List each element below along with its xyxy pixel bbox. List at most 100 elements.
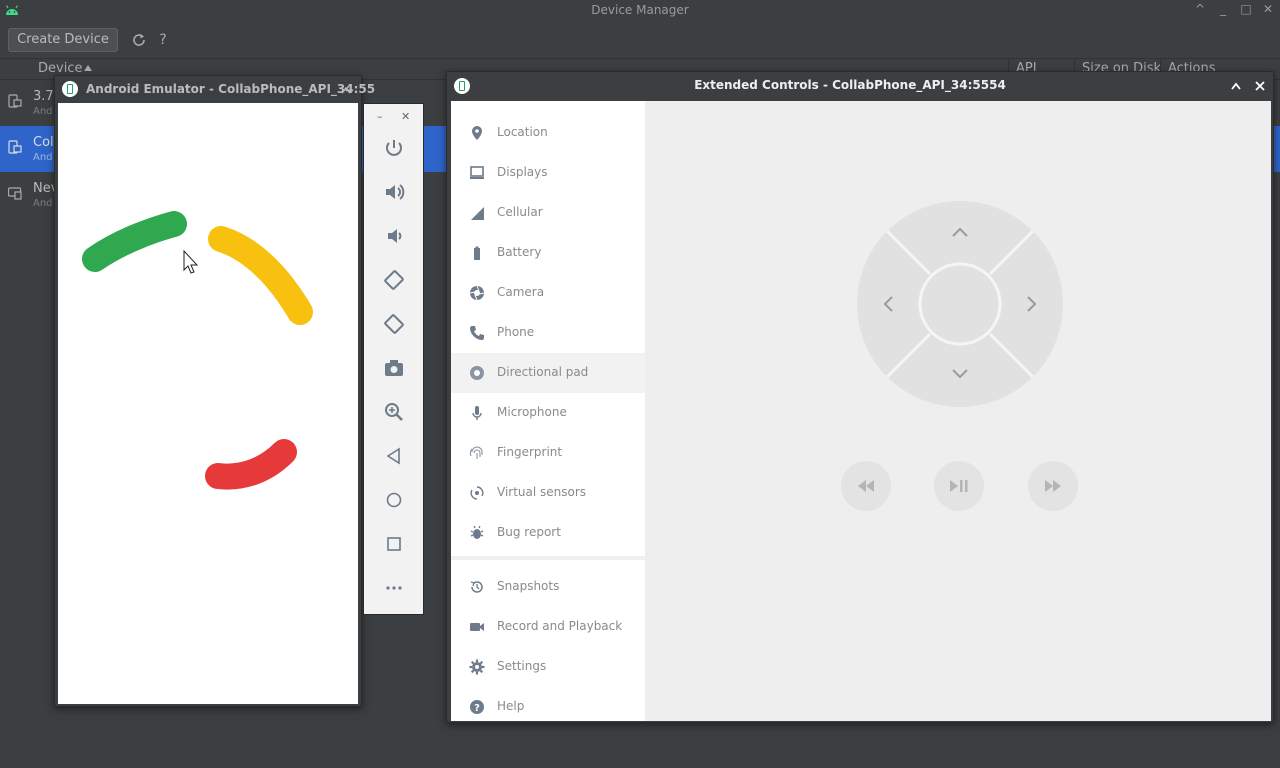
nav-label: Snapshots bbox=[497, 579, 560, 593]
help-icon[interactable]: ? bbox=[155, 32, 171, 48]
nav-label: Displays bbox=[497, 165, 548, 179]
device-subtitle: And bbox=[33, 152, 53, 163]
nav-item-help[interactable]: ? Help bbox=[451, 687, 645, 727]
nav-label: Battery bbox=[497, 245, 542, 259]
svg-text:?: ? bbox=[474, 703, 480, 714]
volume-down-icon[interactable] bbox=[382, 224, 406, 248]
chevron-up-icon[interactable] bbox=[341, 86, 351, 94]
monitor-icon bbox=[470, 166, 484, 179]
fingerprint-icon bbox=[469, 446, 483, 459]
nav-divider bbox=[451, 556, 645, 560]
nav-label: Directional pad bbox=[497, 365, 589, 379]
gear-icon bbox=[469, 659, 485, 675]
extended-controls-nav: Location Displays Cellular Battery Camer… bbox=[451, 101, 645, 721]
video-icon bbox=[470, 623, 484, 631]
nav-item-bug-report[interactable]: Bug report bbox=[451, 513, 645, 553]
emulator-titlebar[interactable]: Android Emulator - CollabPhone_API_34:55 bbox=[55, 76, 375, 102]
volume-up-icon[interactable] bbox=[382, 180, 406, 204]
play-pause-button[interactable] bbox=[934, 461, 984, 511]
extended-controls-title: Extended Controls - CollabPhone_API_34:5… bbox=[694, 78, 1006, 92]
nav-item-virtual-sensors[interactable]: Virtual sensors bbox=[451, 473, 645, 513]
nav-item-cellular[interactable]: Cellular bbox=[451, 193, 645, 233]
nav-item-microphone[interactable]: Microphone bbox=[451, 393, 645, 433]
nav-label: Fingerprint bbox=[497, 445, 563, 459]
nav-label: Microphone bbox=[497, 405, 567, 419]
emulator-screen[interactable] bbox=[58, 103, 358, 704]
close-icon[interactable]: ✕ bbox=[1258, 2, 1278, 16]
nav-item-snapshots[interactable]: Snapshots bbox=[451, 567, 645, 607]
more-icon[interactable] bbox=[382, 576, 406, 600]
boot-animation bbox=[82, 211, 313, 490]
nav-item-battery[interactable]: Battery bbox=[451, 233, 645, 273]
extended-controls-window: Extended Controls - CollabPhone_API_34:5… bbox=[446, 71, 1274, 723]
nav-item-directional-pad[interactable]: Directional pad bbox=[451, 353, 645, 393]
device-manager-titlebar: Device Manager ^ _ □ ✕ bbox=[0, 0, 1280, 22]
fast-forward-button[interactable] bbox=[1028, 461, 1078, 511]
nav-item-phone[interactable]: Phone bbox=[451, 313, 645, 353]
phone-device-icon bbox=[8, 94, 22, 108]
location-pin-icon bbox=[472, 126, 482, 140]
device-subtitle: And bbox=[33, 106, 53, 117]
home-icon[interactable] bbox=[382, 488, 406, 512]
sort-ascending-icon bbox=[84, 65, 92, 71]
device-subtitle: And bbox=[33, 198, 53, 209]
nav-item-fingerprint[interactable]: Fingerprint bbox=[451, 433, 645, 473]
nav-label: Camera bbox=[497, 285, 545, 299]
chevron-up-icon[interactable] bbox=[1231, 82, 1241, 90]
rotate-left-icon[interactable] bbox=[382, 268, 406, 292]
tablet-device-icon bbox=[8, 187, 22, 200]
nav-label: Settings bbox=[497, 659, 547, 673]
nav-item-displays[interactable]: Displays bbox=[451, 153, 645, 193]
close-icon[interactable] bbox=[1255, 81, 1265, 91]
device-name: 3.7 bbox=[33, 89, 54, 104]
bug-icon bbox=[470, 525, 484, 539]
camera-icon[interactable] bbox=[382, 356, 406, 380]
emulator-app-icon bbox=[62, 81, 78, 97]
dpad bbox=[857, 201, 1063, 407]
device-name: Col bbox=[33, 135, 54, 150]
rotate-right-icon[interactable] bbox=[382, 312, 406, 336]
signal-icon bbox=[471, 207, 484, 220]
device-manager-title: Device Manager bbox=[591, 3, 689, 17]
nav-item-settings[interactable]: Settings bbox=[451, 647, 645, 687]
nav-label: Location bbox=[497, 125, 548, 139]
refresh-icon[interactable] bbox=[131, 32, 147, 48]
nav-label: Phone bbox=[497, 325, 535, 339]
maximize-icon[interactable]: □ bbox=[1236, 2, 1256, 16]
battery-icon bbox=[474, 246, 480, 260]
overview-icon[interactable] bbox=[382, 532, 406, 556]
nav-label: Cellular bbox=[497, 205, 543, 219]
phone-device-icon bbox=[8, 140, 22, 154]
mouse-cursor-icon bbox=[183, 249, 199, 274]
nav-item-location[interactable]: Location bbox=[451, 113, 645, 153]
play-pause-icon bbox=[950, 480, 968, 492]
help-icon: ? bbox=[470, 700, 484, 714]
microphone-icon bbox=[472, 406, 482, 420]
nav-label: Virtual sensors bbox=[497, 485, 587, 499]
nav-label: Record and Playback bbox=[497, 619, 623, 633]
nav-label: Help bbox=[497, 699, 525, 713]
rewind-icon bbox=[858, 480, 874, 492]
directional-pad-panel bbox=[645, 101, 1271, 721]
extended-controls-titlebar[interactable]: Extended Controls - CollabPhone_API_34:5… bbox=[447, 72, 1273, 100]
emulator-side-toolbar: – ✕ bbox=[363, 103, 424, 615]
column-device[interactable]: Device bbox=[38, 61, 82, 76]
collapse-icon[interactable]: ^ bbox=[1190, 2, 1210, 16]
create-device-button[interactable]: Create Device bbox=[8, 28, 118, 52]
close-icon[interactable]: ✕ bbox=[401, 110, 410, 123]
dpad-center-button[interactable] bbox=[918, 262, 1002, 346]
zoom-icon[interactable] bbox=[382, 400, 406, 424]
rotation-icon bbox=[470, 486, 484, 500]
nav-item-record-playback[interactable]: Record and Playback bbox=[451, 607, 645, 647]
rewind-button[interactable] bbox=[841, 461, 891, 511]
minimize-icon[interactable]: – bbox=[377, 110, 383, 123]
emulator-window: Android Emulator - CollabPhone_API_34:55 bbox=[54, 75, 375, 707]
nav-item-camera[interactable]: Camera bbox=[451, 273, 645, 313]
nav-label: Bug report bbox=[497, 525, 561, 539]
history-icon bbox=[470, 581, 483, 593]
power-icon[interactable] bbox=[382, 136, 406, 160]
back-icon[interactable] bbox=[382, 444, 406, 468]
minimize-icon[interactable]: _ bbox=[1213, 2, 1233, 16]
fast-forward-icon bbox=[1045, 480, 1061, 492]
device-manager-toolbar: Create Device ? bbox=[0, 22, 1280, 58]
